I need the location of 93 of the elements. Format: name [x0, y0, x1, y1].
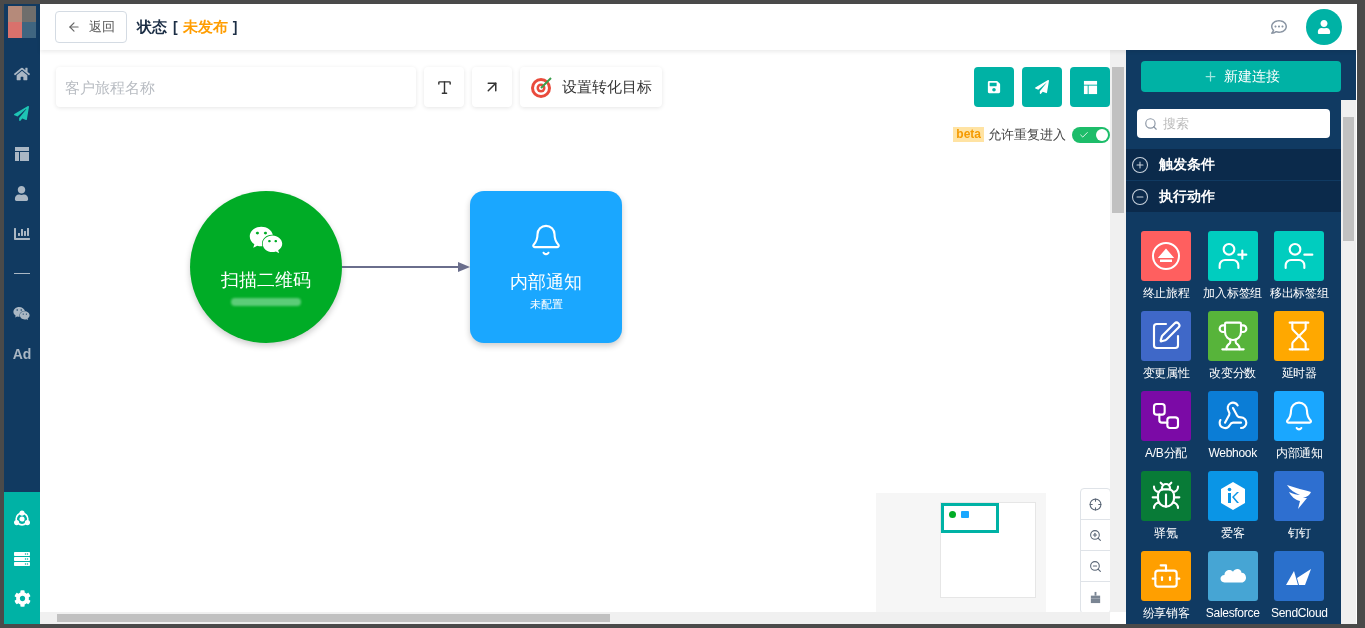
- action-label: SendCloud: [1274, 605, 1325, 622]
- chat-icon[interactable]: [1271, 19, 1287, 35]
- action-tile[interactable]: [1207, 231, 1258, 281]
- action-label: 改变分数: [1208, 365, 1258, 382]
- trophy-icon: [1216, 320, 1249, 352]
- paper-plane-icon[interactable]: [14, 106, 30, 121]
- repeat-entry-label: 允许重复进入: [988, 126, 1066, 144]
- status-value: 未发布: [182, 16, 228, 37]
- user-icon: [1317, 20, 1331, 34]
- eject-icon: [1150, 240, 1182, 272]
- action-tile[interactable]: [1141, 551, 1191, 601]
- zoom-in-icon: [1089, 528, 1102, 542]
- user-minus-icon: [1283, 240, 1316, 272]
- bar-chart-icon[interactable]: [14, 225, 30, 242]
- webhook-icon: [1216, 400, 1249, 432]
- text-icon: [435, 78, 453, 96]
- action-tile[interactable]: [1207, 311, 1258, 361]
- user-plus-icon: [1216, 240, 1249, 272]
- target-icon: [530, 75, 554, 99]
- action-label: 驿氪: [1153, 525, 1179, 542]
- action-tile[interactable]: [1274, 391, 1325, 441]
- arrow-tool-button[interactable]: [472, 67, 512, 107]
- minimap-node: [949, 511, 956, 518]
- action-tile[interactable]: [1274, 551, 1325, 601]
- node-status: 未配置: [529, 297, 563, 312]
- check-icon: [1079, 129, 1089, 140]
- settings-icon[interactable]: [13, 589, 31, 607]
- action-label: A/B分配: [1144, 445, 1188, 462]
- action-label: 变更属性: [1141, 365, 1191, 382]
- bell-icon: [529, 223, 563, 257]
- section-header[interactable]: 执行动作: [1126, 181, 1341, 212]
- back-button[interactable]: 返回: [55, 11, 127, 43]
- repeat-entry-toggle[interactable]: [1072, 126, 1110, 143]
- ad-link[interactable]: Ad: [12, 343, 32, 364]
- node-title: 扫描二维码: [221, 269, 311, 292]
- status-label: 状态: [137, 16, 167, 37]
- panel-scrollbar[interactable]: [1341, 100, 1356, 624]
- action-label: 纷享销客: [1141, 605, 1191, 622]
- vertical-scrollbar[interactable]: [1110, 50, 1126, 612]
- action-tile[interactable]: [1274, 311, 1325, 361]
- logo-icon: [8, 6, 36, 38]
- text-tool-button[interactable]: [424, 67, 464, 107]
- plus-icon: [1202, 69, 1218, 84]
- name-field[interactable]: 客户旅程名称: [56, 67, 416, 107]
- search-field[interactable]: 搜索: [1137, 109, 1330, 138]
- action-label: 钉钉: [1286, 525, 1313, 542]
- bracket: [: [173, 17, 178, 37]
- layout-icon[interactable]: [14, 145, 30, 162]
- action-label: 终止旅程: [1141, 285, 1191, 302]
- zoom-out-icon: [1089, 559, 1102, 573]
- action-tile[interactable]: [1207, 551, 1258, 601]
- bug-icon: [1150, 480, 1182, 512]
- horizontal-scrollbar[interactable]: [40, 612, 1110, 624]
- search-icon: [1144, 117, 1158, 131]
- section-header[interactable]: 触发条件: [1126, 149, 1341, 180]
- action-tile[interactable]: [1141, 311, 1191, 361]
- bracket: ]: [232, 17, 238, 37]
- action-tile[interactable]: [1274, 231, 1325, 281]
- user-icon[interactable]: [14, 186, 30, 201]
- node-title: 内部通知: [510, 271, 582, 294]
- split-icon: [1150, 400, 1182, 432]
- action-label: Webhook: [1207, 445, 1258, 462]
- action-tile[interactable]: [1207, 391, 1258, 441]
- blurred-text: [231, 298, 301, 306]
- action-label: Salesforce: [1207, 605, 1258, 622]
- save-button[interactable]: [974, 67, 1014, 107]
- action-tile[interactable]: [1141, 231, 1191, 281]
- paper-plane-icon: [1035, 80, 1049, 94]
- layout-icon: [1082, 79, 1098, 95]
- action-tile[interactable]: [1141, 471, 1191, 521]
- save-icon: [987, 80, 1001, 94]
- minimap-viewport[interactable]: [941, 503, 999, 533]
- wechat-icon[interactable]: [13, 305, 31, 322]
- expand-icon: [1131, 155, 1149, 174]
- locate-icon: [1089, 497, 1102, 511]
- minimap-node: [961, 511, 969, 518]
- avatar[interactable]: [1306, 9, 1342, 45]
- brush-icon: [1089, 591, 1102, 604]
- action-label: 内部通知: [1274, 445, 1324, 462]
- network-icon[interactable]: [13, 509, 31, 528]
- server-icon[interactable]: [14, 550, 30, 567]
- goal-button[interactable]: 设置转化目标: [520, 67, 662, 107]
- collapse-icon: [1131, 187, 1149, 206]
- layout-button[interactable]: [1070, 67, 1110, 107]
- action-label: 爱客: [1219, 525, 1246, 542]
- edit-icon: [1150, 320, 1182, 352]
- action-tile[interactable]: [1274, 471, 1325, 521]
- action-tile[interactable]: [1207, 471, 1258, 521]
- home-icon[interactable]: [14, 65, 30, 82]
- action-tile[interactable]: [1141, 391, 1191, 441]
- action-label: 延时器: [1280, 365, 1318, 382]
- publish-button[interactable]: [1022, 67, 1062, 107]
- beta-badge: beta: [953, 127, 984, 143]
